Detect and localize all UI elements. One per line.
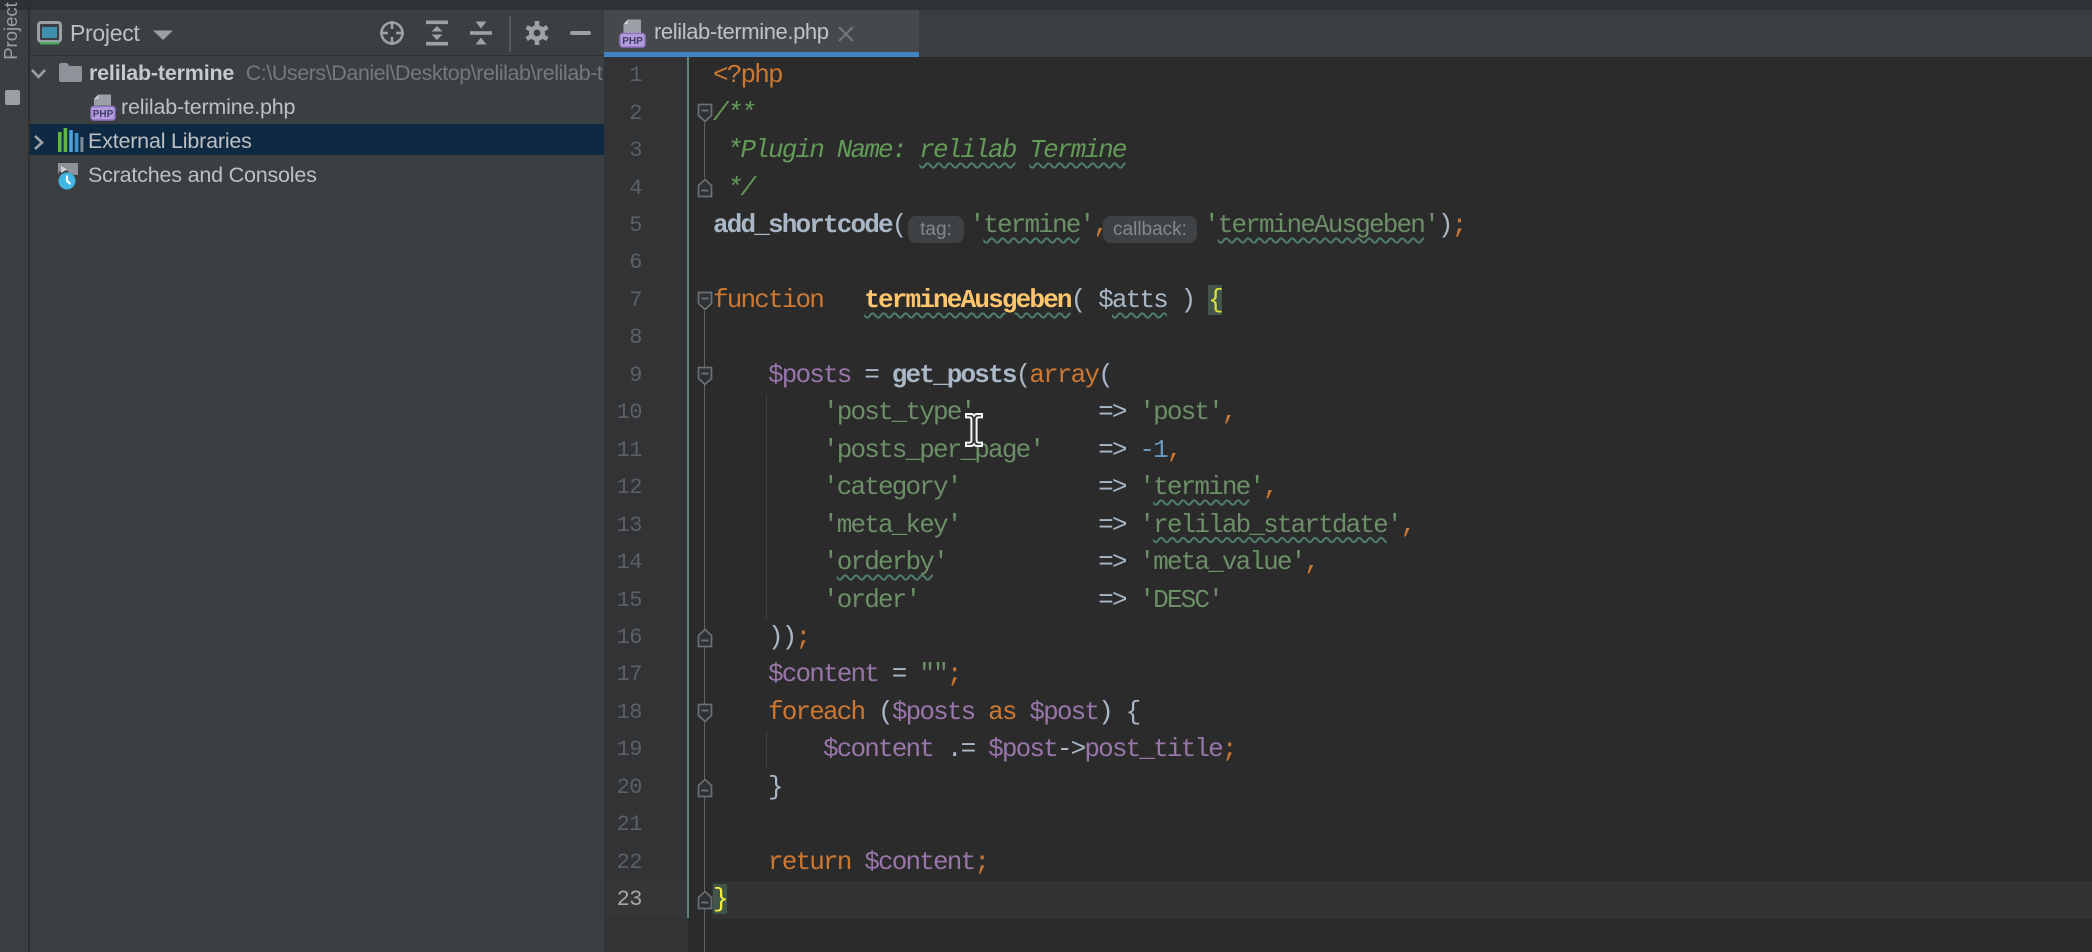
svg-text:PHP: PHP [622, 36, 643, 47]
svg-text:PHP: PHP [93, 109, 114, 120]
